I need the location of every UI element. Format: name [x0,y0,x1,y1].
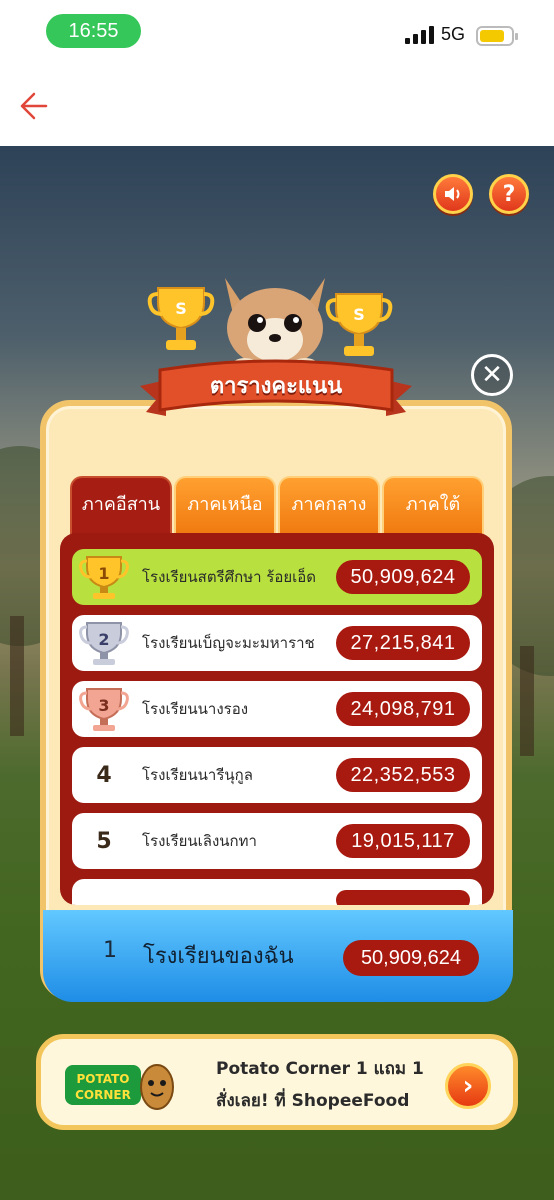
svg-text:S: S [175,299,187,318]
leaderboard-row: 3 โรงเรียนนางรอง 24,098,791 [72,681,482,737]
score-badge: 22,352,553 [336,758,470,792]
ad-arrow-button[interactable]: › [445,1063,491,1109]
close-button[interactable]: ✕ [471,354,513,396]
tab-north[interactable]: ภาคเหนือ [174,476,276,534]
score-badge: 24,098,791 [336,692,470,726]
gold-trophy-left-icon: S [147,287,215,350]
leaderboard-title: ตารางคะแนน [209,374,343,399]
my-score-badge: 50,909,624 [343,940,479,976]
leaderboard-row: 5 โรงเรียนเลิงนกทา 19,015,117 [72,813,482,869]
svg-text:CORNER: CORNER [75,1088,131,1102]
status-bar: 16:55 5G [0,0,554,66]
my-school-name: โรงเรียนของฉัน [143,944,294,969]
nav-bar [0,66,554,146]
school-name: โรงเรียนนารีนุกูล [142,766,253,784]
leaderboard-list[interactable]: 1 โรงเรียนสตรีศึกษา ร้อยเอ็ด 50,909,624 … [60,533,494,905]
game-area: ? S S ✕ ตารางคะแนน ภาคอีสาน ภาคเหนือ ภาค… [0,146,554,1200]
rank-number: 4 [96,762,112,788]
background-trunk [520,646,534,756]
leaderboard-row: 1 โรงเรียนสตรีศึกษา ร้อยเอ็ด 50,909,624 [72,549,482,605]
background-trunk [10,616,24,736]
svg-text:2: 2 [98,630,109,649]
dog-mascot-icon [225,278,325,368]
score-badge: 19,015,117 [336,824,470,858]
speaker-icon [445,187,460,201]
rank-1-gold-trophy-icon: 1 [72,549,136,605]
my-school-bar: 1 โรงเรียนของฉัน 50,909,624 [43,910,513,1002]
tab-south[interactable]: ภาคใต้ [382,476,484,534]
potato-corner-logo: POTATO CORNER [65,1064,174,1110]
sound-button[interactable] [433,174,473,214]
battery-icon [476,26,518,46]
svg-text:3: 3 [98,696,109,715]
score-badge [336,890,470,905]
school-name: โรงเรียนเบ็ญจะมะมหาราช [142,634,315,652]
network-label: 5G [441,24,466,44]
rank-3-bronze-trophy-icon: 3 [72,681,136,737]
leaderboard-row: 2 โรงเรียนเบ็ญจะมะมหาราช 27,215,841 [72,615,482,671]
rank-number: 5 [96,828,112,854]
my-rank: 1 [103,938,117,963]
rank-2-silver-trophy-icon: 2 [72,615,136,671]
tab-isan[interactable]: ภาคอีสาน [70,476,172,534]
leaderboard-row-partial [72,879,482,905]
leaderboard-row: 4 โรงเรียนนารีนุกูล 22,352,553 [72,747,482,803]
tab-central[interactable]: ภาคกลาง [278,476,380,534]
score-badge: 50,909,624 [336,560,470,594]
score-badge: 27,215,841 [336,626,470,660]
svg-text:POTATO: POTATO [77,1072,130,1086]
signal-icon [405,26,435,44]
help-button[interactable]: ? [489,174,529,214]
school-name: โรงเรียนนางรอง [142,700,249,718]
ad-headline: Potato Corner 1 แถม 1 [216,1059,424,1079]
ad-subline: สั่งเลย! ที่ ShopeeFood [216,1091,410,1111]
school-name: โรงเรียนเลิงนกทา [142,832,257,850]
ad-banner[interactable]: POTATO CORNER Potato Corner 1 แถม 1 สั่ง… [36,1034,518,1130]
region-tabs: ภาคอีสาน ภาคเหนือ ภาคกลาง ภาคใต้ [68,476,484,534]
svg-text:1: 1 [98,564,109,583]
school-name: โรงเรียนสตรีศึกษา ร้อยเอ็ด [142,568,317,586]
svg-text:S: S [353,305,365,324]
back-arrow-icon[interactable] [16,86,56,126]
status-time: 16:55 [46,14,141,48]
